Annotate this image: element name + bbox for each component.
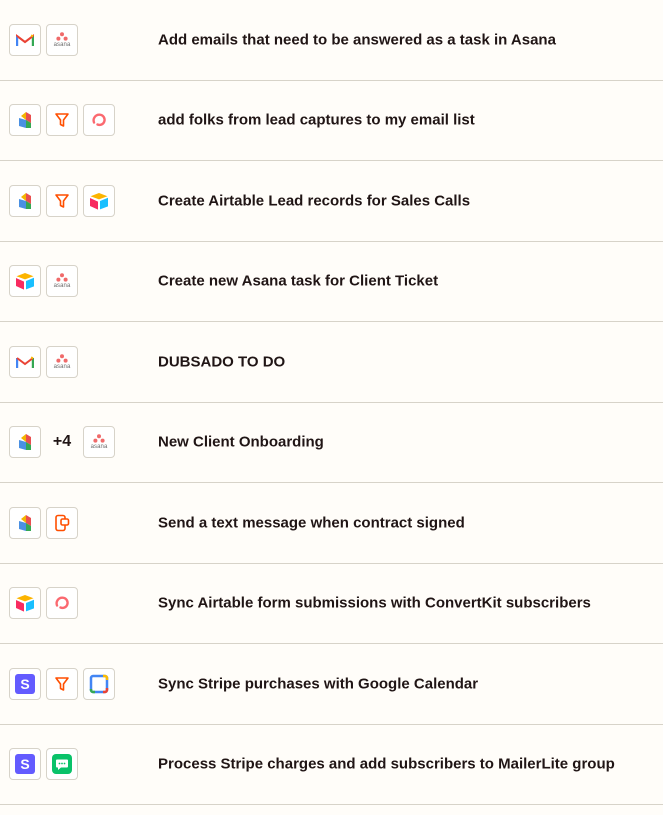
stripe-icon: S	[9, 667, 41, 700]
gmail-icon	[9, 345, 41, 378]
zap-title[interactable]: Sync Airtable form submissions with Conv…	[158, 595, 591, 612]
zap-title[interactable]: Sync Stripe purchases with Google Calend…	[158, 675, 478, 692]
zap-row[interactable]: Send a text message when contract signed	[0, 483, 663, 564]
app-icons	[9, 506, 78, 539]
filter-icon	[46, 184, 78, 217]
asana-wordmark: asana	[90, 444, 108, 451]
gmail-icon	[9, 23, 41, 56]
app-icons: S	[9, 748, 78, 781]
zap-title[interactable]: Process Stripe charges and add subscribe…	[158, 756, 615, 773]
google-calendar-icon	[83, 667, 115, 700]
asana-icon: asana	[46, 265, 78, 298]
zap-title[interactable]: Create Airtable Lead records for Sales C…	[158, 192, 470, 209]
dubsado-icon	[9, 184, 41, 217]
convertkit-icon	[46, 587, 78, 620]
zap-row[interactable]: asana Add emails that need to be answere…	[0, 0, 663, 81]
zap-row[interactable]: +4 asana New Client Onboarding	[0, 403, 663, 483]
zap-row[interactable]: asana Create new Asana task for Client T…	[0, 242, 663, 322]
dubsado-icon	[9, 426, 41, 459]
asana-icon: asana	[46, 345, 78, 378]
zap-row[interactable]: S Process Stripe charges and add subscri…	[0, 725, 663, 805]
airtable-icon	[83, 184, 115, 217]
zap-title[interactable]: Add emails that need to be answered as a…	[158, 31, 556, 48]
asana-wordmark: asana	[53, 41, 71, 48]
stripe-letter: S	[20, 676, 29, 692]
zap-title[interactable]: Send a text message when contract signed	[158, 514, 465, 531]
filter-icon	[46, 667, 78, 700]
zap-title[interactable]: Create new Asana task for Client Ticket	[158, 273, 438, 290]
zap-title[interactable]: add folks from lead captures to my email…	[158, 112, 475, 129]
app-icons: asana	[9, 23, 78, 56]
asana-wordmark: asana	[53, 363, 71, 370]
app-icons: S	[9, 667, 115, 700]
zap-row[interactable]: Sync Airtable form submissions with Conv…	[0, 564, 663, 644]
convertkit-icon	[83, 104, 115, 137]
asana-icon: asana	[46, 23, 78, 56]
asana-wordmark: asana	[53, 283, 71, 290]
dubsado-icon	[9, 104, 41, 137]
more-apps-badge: +4	[52, 433, 72, 451]
app-icons	[9, 184, 115, 217]
app-icons: +4 asana	[9, 426, 115, 459]
zap-row[interactable]: add folks from lead captures to my email…	[0, 81, 663, 161]
zap-row[interactable]: asana DUBSADO TO DO	[0, 322, 663, 403]
app-icons: asana	[9, 345, 78, 378]
app-icons	[9, 104, 115, 137]
filter-icon	[46, 104, 78, 137]
app-icons	[9, 587, 78, 620]
sms-icon	[46, 506, 78, 539]
stripe-letter: S	[20, 756, 29, 772]
zap-row[interactable]: S Sync Stripe purchases with Google Cale…	[0, 644, 663, 725]
stripe-icon: S	[9, 748, 41, 781]
zap-title[interactable]: DUBSADO TO DO	[158, 353, 285, 370]
zap-list: asana Add emails that need to be answere…	[0, 0, 663, 805]
airtable-icon	[9, 265, 41, 298]
asana-icon: asana	[83, 426, 115, 459]
mailerlite-icon	[46, 748, 78, 781]
app-icons: asana	[9, 265, 78, 298]
zap-title[interactable]: New Client Onboarding	[158, 434, 324, 451]
airtable-icon	[9, 587, 41, 620]
dubsado-icon	[9, 506, 41, 539]
zap-row[interactable]: Create Airtable Lead records for Sales C…	[0, 161, 663, 242]
